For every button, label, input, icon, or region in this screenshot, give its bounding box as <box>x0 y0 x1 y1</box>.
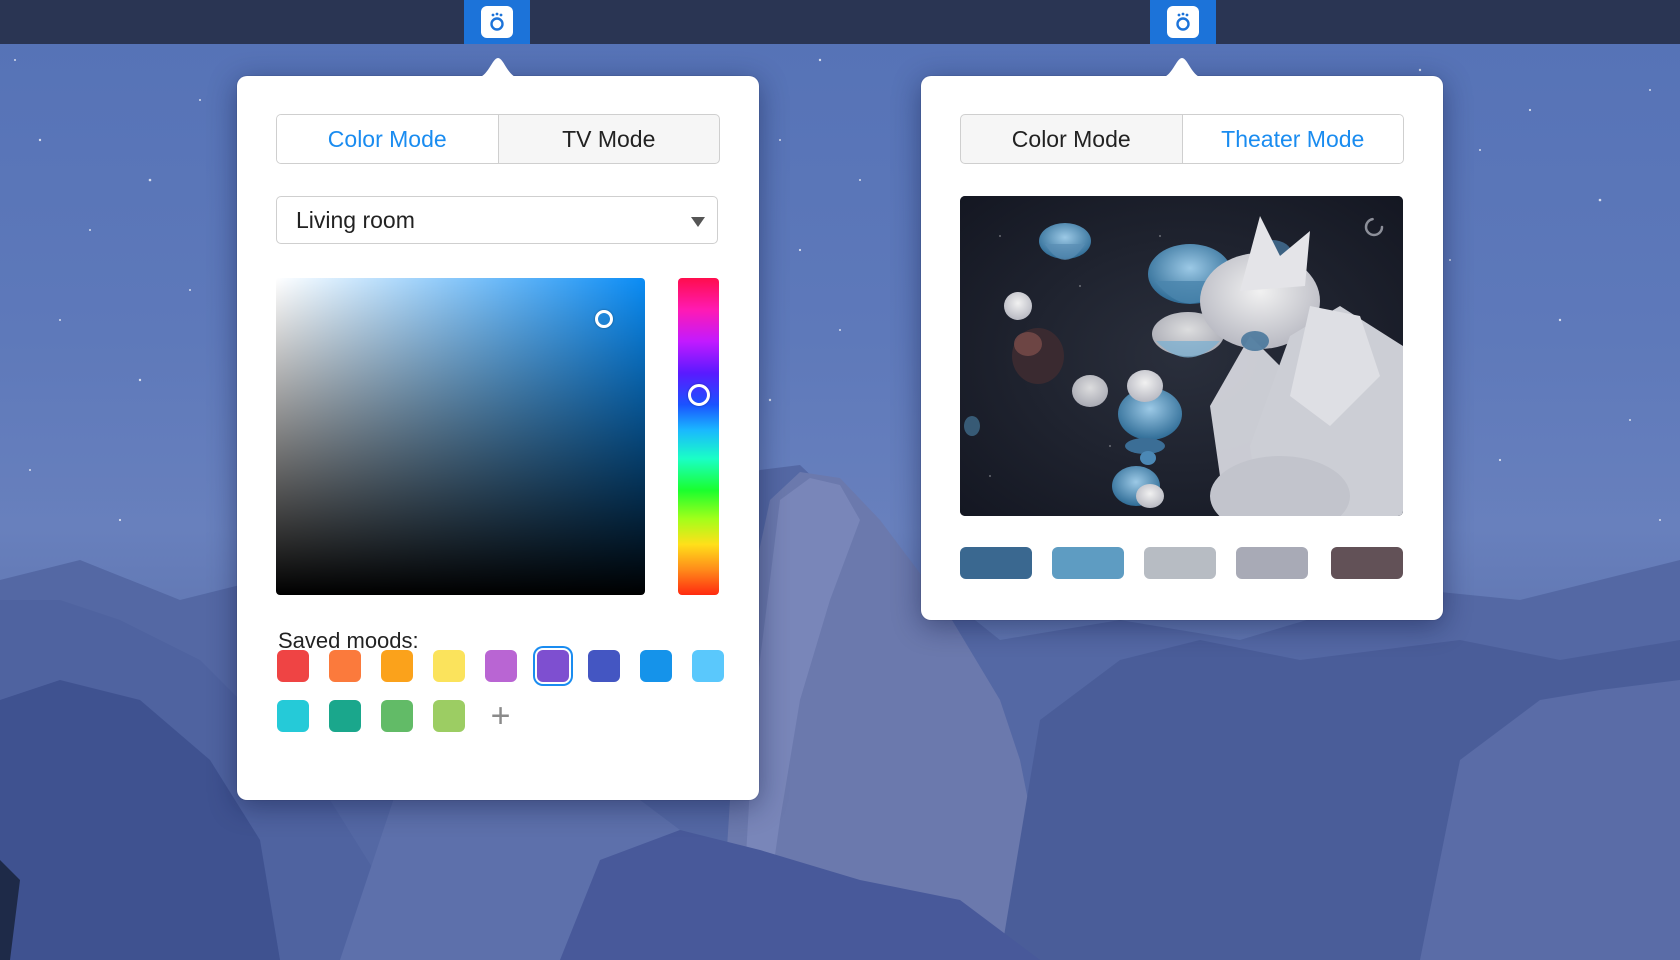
plus-icon[interactable]: + <box>485 699 517 733</box>
jellyfish-image <box>960 196 1403 516</box>
saved-mood-swatch[interactable] <box>277 700 309 732</box>
palette-swatch[interactable] <box>1144 547 1216 579</box>
smart-light-icon <box>1167 6 1199 38</box>
hue-slider[interactable] <box>678 278 719 595</box>
saved-mood-swatch[interactable] <box>432 650 465 682</box>
saved-mood-swatch[interactable] <box>432 700 465 732</box>
theater-mode-popover: Color Mode Theater Mode <box>921 58 1443 620</box>
tab-color-mode[interactable]: Color Mode <box>277 115 498 163</box>
menu-bar <box>0 0 1680 44</box>
palette-swatch[interactable] <box>1052 547 1124 579</box>
tab-color-mode[interactable]: Color Mode <box>961 115 1182 163</box>
palette-swatch[interactable] <box>1236 547 1308 579</box>
smart-light-icon <box>481 6 513 38</box>
palette-swatch[interactable] <box>960 547 1032 579</box>
color-picker-handle[interactable] <box>595 310 614 329</box>
chevron-down-icon <box>691 217 705 227</box>
saved-mood-swatch[interactable] <box>692 650 725 682</box>
saved-mood-swatch[interactable] <box>380 700 413 732</box>
video-preview <box>960 196 1403 516</box>
saved-mood-swatch[interactable] <box>588 650 621 682</box>
spinner-icon <box>1364 217 1384 237</box>
status-item-button-right[interactable] <box>1150 0 1216 44</box>
room-select[interactable]: Living room <box>276 196 718 244</box>
status-item-button-left[interactable] <box>464 0 530 44</box>
color-mode-popover: Color Mode TV Mode Living room Saved moo… <box>237 58 759 800</box>
popover-arrow <box>476 58 520 78</box>
saved-mood-swatch[interactable] <box>328 650 361 682</box>
saved-mood-swatch[interactable] <box>380 650 413 682</box>
tab-tv-mode[interactable]: TV Mode <box>497 115 720 163</box>
room-select-value: Living room <box>296 206 415 233</box>
popover-arrow <box>1160 58 1204 78</box>
saturation-brightness-picker[interactable] <box>276 278 645 595</box>
saved-mood-swatch[interactable] <box>536 650 569 682</box>
hue-slider-handle[interactable] <box>688 384 710 407</box>
tab-theater-mode[interactable]: Theater Mode <box>1181 115 1403 163</box>
saved-mood-swatch[interactable] <box>484 650 517 682</box>
saved-mood-swatch[interactable] <box>328 700 361 732</box>
palette-swatch[interactable] <box>1331 547 1403 579</box>
mode-segmented-control: Color Mode Theater Mode <box>960 114 1404 164</box>
saved-mood-swatch[interactable] <box>277 650 309 682</box>
mode-segmented-control: Color Mode TV Mode <box>276 114 720 164</box>
saved-mood-swatch[interactable] <box>640 650 673 682</box>
